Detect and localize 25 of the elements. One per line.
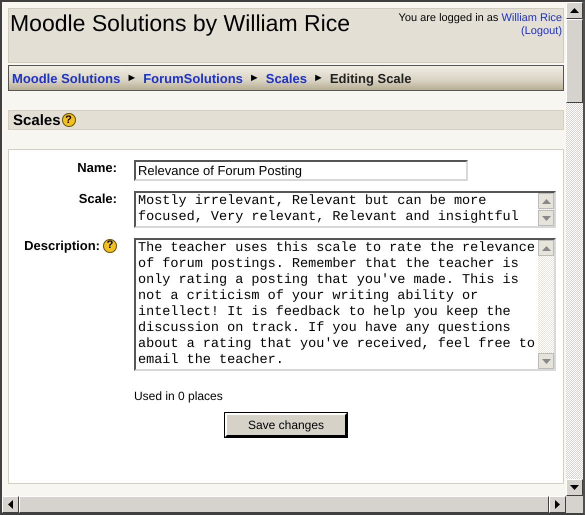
section-title: Scales: [13, 112, 61, 128]
usage-text: Used in 0 places: [134, 389, 224, 403]
scroll-thumb[interactable]: [566, 19, 583, 103]
save-button[interactable]: Save changes: [225, 413, 347, 437]
name-field[interactable]: Relevance of Forum Posting: [134, 160, 468, 181]
logout-link[interactable]: (Logout): [521, 25, 562, 37]
help-icon[interactable]: ?: [62, 113, 76, 127]
scroll-right-icon[interactable]: [549, 496, 566, 513]
breadcrumb-current: Editing Scale: [330, 70, 412, 86]
help-icon[interactable]: ?: [103, 238, 117, 252]
separator-icon: ►: [248, 72, 260, 84]
field-label: Name:: [77, 160, 117, 175]
user-link[interactable]: William Rice: [502, 12, 562, 24]
vertical-scrollbar[interactable]: [566, 2, 583, 496]
site-title: Moodle Solutions by William Rice: [10, 10, 350, 38]
scrollbar-corner: [566, 496, 583, 513]
breadcrumb-link[interactable]: ForumSolutions: [143, 70, 243, 86]
breadcrumb-link[interactable]: Moodle Solutions: [12, 70, 120, 86]
field-label: Description:: [24, 238, 100, 253]
scroll-left-icon[interactable]: [2, 496, 19, 513]
field-label: Scale:: [78, 191, 117, 206]
separator-icon: ►: [312, 72, 324, 84]
login-text: You are logged in as: [398, 12, 498, 24]
separator-icon: ►: [126, 72, 138, 84]
breadcrumb-link[interactable]: Scales: [266, 70, 307, 86]
